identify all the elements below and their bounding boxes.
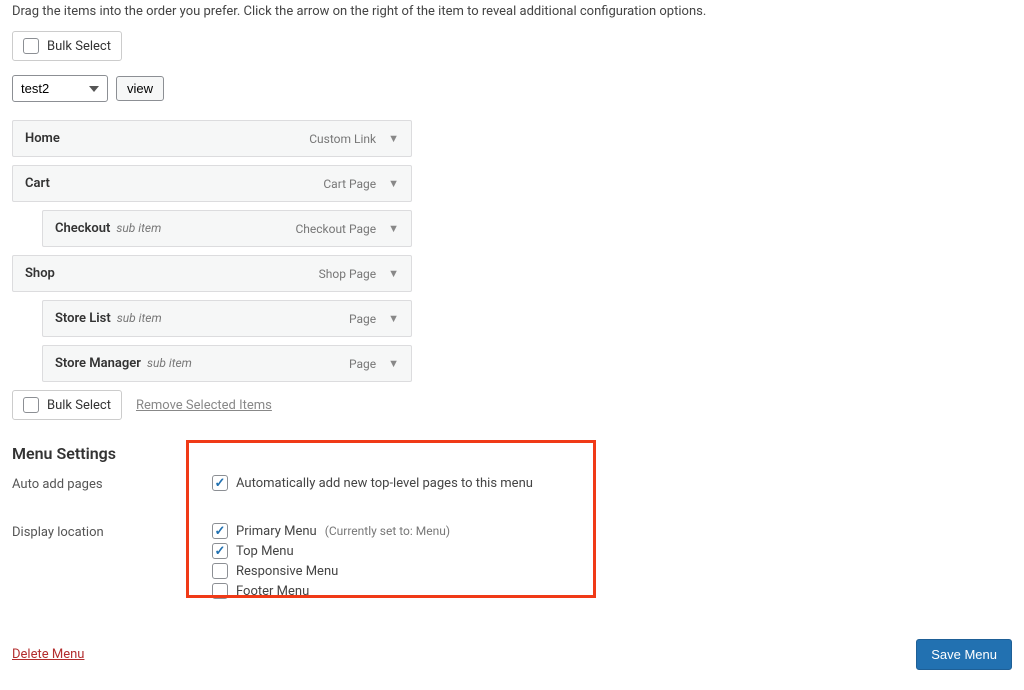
bulk-select-bottom[interactable]: Bulk Select [12,390,122,420]
menu-item-left: Store Manager sub item [55,356,192,371]
auto-add-checkbox[interactable] [212,475,228,491]
menu-item-subtext: sub item [116,221,161,235]
save-menu-button[interactable]: Save Menu [916,639,1012,670]
menu-item-title: Cart [25,176,50,191]
display-location-checkbox[interactable] [212,583,228,599]
display-location-label-text: Top Menu [236,544,294,559]
menu-selector-row: test2 view [12,75,1012,102]
chevron-down-icon[interactable]: ▼ [388,357,399,370]
menu-settings-grid: Auto add pages Automatically add new top… [12,475,1012,603]
bulk-select-top[interactable]: Bulk Select [12,31,122,61]
menu-item[interactable]: Store Manager sub item Page ▼ [42,345,412,382]
chevron-down-icon[interactable]: ▼ [388,222,399,235]
menu-item-title: Checkout [55,221,110,236]
menu-item-left: Store List sub item [55,311,162,326]
menu-item-title: Store List [55,311,111,326]
menu-item-type: Checkout Page [295,222,376,236]
menu-item-right: Custom Link ▼ [309,132,399,146]
instructions-text: Drag the items into the order you prefer… [12,4,1012,19]
display-location-controls: Primary Menu (Currently set to: Menu) Top … [212,523,1012,603]
display-location-checkbox[interactable] [212,543,228,559]
display-location-row[interactable]: Top Menu [212,543,1012,559]
menu-item-right: Cart Page ▼ [323,177,399,191]
bulk-select-top-label: Bulk Select [47,39,111,54]
menu-item-left: Cart [25,176,50,191]
menu-item-left: Checkout sub item [55,221,161,236]
menu-item-right: Checkout Page ▼ [295,222,399,236]
bulk-select-bottom-checkbox[interactable] [23,397,39,413]
bulk-select-top-checkbox[interactable] [23,38,39,54]
menu-item[interactable]: Shop Shop Page ▼ [12,255,412,292]
chevron-down-icon[interactable]: ▼ [388,312,399,325]
menu-item-type: Custom Link [309,132,376,146]
menu-select-dropdown[interactable]: test2 [12,75,108,102]
menu-item-right: Page ▼ [349,357,399,371]
menu-settings-section: Menu Settings Auto add pages Automatical… [12,444,1012,603]
menu-item-left: Shop [25,266,55,281]
chevron-down-icon[interactable]: ▼ [388,177,399,190]
menu-item[interactable]: Cart Cart Page ▼ [12,165,412,202]
display-location-label-text: Primary Menu [236,524,317,539]
display-location-label: Display location [12,523,212,540]
display-location-row[interactable]: Primary Menu (Currently set to: Menu) [212,523,1012,539]
menu-item[interactable]: Home Custom Link ▼ [12,120,412,157]
delete-menu-link[interactable]: Delete Menu [12,647,84,662]
menu-item-subtext: sub item [147,356,192,370]
menu-item-title: Home [25,131,60,146]
display-location-row[interactable]: Footer Menu [212,583,1012,599]
display-location-label-text: Footer Menu [236,584,309,599]
chevron-down-icon[interactable]: ▼ [388,132,399,145]
bulk-select-bottom-bar: Bulk Select Remove Selected Items [12,390,1012,420]
display-location-meta: (Currently set to: Menu) [325,524,450,538]
auto-add-checkbox-row[interactable]: Automatically add new top-level pages to… [212,475,1012,491]
display-location-checkbox[interactable] [212,563,228,579]
menu-footer-bar: Delete Menu Save Menu [12,629,1012,670]
menu-item-type: Page [349,312,376,326]
menu-item-right: Page ▼ [349,312,399,326]
display-location-checkbox[interactable] [212,523,228,539]
menu-item-type: Shop Page [319,267,376,281]
menu-item-title: Shop [25,266,55,281]
menu-item-subtext: sub item [117,311,162,325]
menu-item-left: Home [25,131,60,146]
auto-add-checkbox-label: Automatically add new top-level pages to… [236,476,533,491]
auto-add-pages-controls: Automatically add new top-level pages to… [212,475,1012,495]
menu-item[interactable]: Checkout sub item Checkout Page ▼ [42,210,412,247]
bulk-select-bottom-label: Bulk Select [47,398,111,413]
bulk-select-top-bar: Bulk Select [12,31,1012,61]
remove-selected-link[interactable]: Remove Selected Items [136,398,272,413]
menu-item-type: Cart Page [323,177,376,191]
menu-item-right: Shop Page ▼ [319,267,399,281]
menu-items-list: Home Custom Link ▼ Cart Cart Page ▼ Checkout su… [12,120,412,382]
view-button[interactable]: view [116,76,164,101]
auto-add-pages-label: Auto add pages [12,475,212,492]
menu-item-type: Page [349,357,376,371]
display-location-label-text: Responsive Menu [236,564,338,579]
menu-settings-title: Menu Settings [12,444,1012,463]
menu-item-title: Store Manager [55,356,141,371]
menu-item[interactable]: Store List sub item Page ▼ [42,300,412,337]
chevron-down-icon[interactable]: ▼ [388,267,399,280]
display-location-row[interactable]: Responsive Menu [212,563,1012,579]
